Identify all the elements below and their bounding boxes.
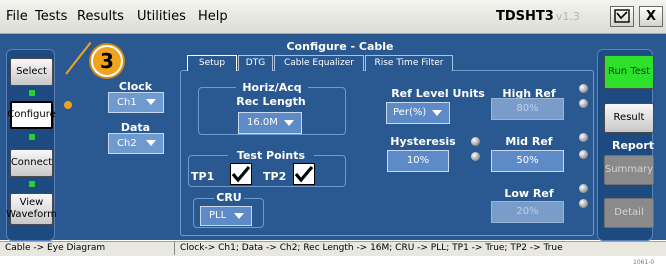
flow-arrow-icon <box>29 134 35 140</box>
result-button[interactable]: Result <box>604 103 654 133</box>
data-value: Ch2 <box>117 138 137 149</box>
knob-icon[interactable] <box>579 150 588 159</box>
tp1-label: TP1 <box>191 170 215 183</box>
callout-dot <box>64 101 72 109</box>
knob-icon[interactable] <box>471 152 480 161</box>
hysteresis-field[interactable]: 10% <box>387 150 449 172</box>
panel-title: Configure - Cable <box>286 40 394 53</box>
status-left: Cable -> Eye Diagram <box>5 243 106 253</box>
run-test-button[interactable]: Run Test <box>604 55 654 89</box>
connect-button[interactable]: Connect <box>10 149 53 177</box>
test-points-label: Test Points <box>228 149 314 162</box>
horiz-acq-label: Horiz/Acq <box>236 81 308 94</box>
knob-icon[interactable] <box>471 137 480 146</box>
mid-ref-field[interactable]: 50% <box>491 150 564 172</box>
cru-label: CRU <box>214 191 244 204</box>
clock-select[interactable]: Ch1 <box>108 92 164 113</box>
menu-utilities[interactable]: Utilities <box>137 9 186 24</box>
chevron-down-icon <box>234 213 244 219</box>
minimize-icon <box>614 9 630 23</box>
tp2-label: TP2 <box>263 170 287 183</box>
knob-icon[interactable] <box>579 133 588 142</box>
flow-arrow-icon <box>29 181 35 187</box>
low-ref-field[interactable]: 20% <box>491 201 564 223</box>
app-title: TDSHT3 v1.3 <box>496 9 580 24</box>
low-ref-label: Low Ref <box>504 187 554 200</box>
rec-length-select[interactable]: 16.0M <box>238 112 302 134</box>
tab-setup[interactable]: Setup <box>187 55 237 71</box>
flow-arrow-icon <box>29 90 35 96</box>
close-button[interactable]: X <box>639 6 663 27</box>
rec-length-value: 16.0M <box>247 117 278 128</box>
chevron-down-icon <box>146 140 156 146</box>
cru-value: PLL <box>209 210 227 221</box>
chevron-down-icon <box>432 110 442 116</box>
minimize-button[interactable] <box>610 6 634 27</box>
summary-button[interactable]: Summary <box>604 155 654 185</box>
tp2-checkbox[interactable] <box>293 163 315 185</box>
mid-ref-label: Mid Ref <box>505 135 553 148</box>
rec-length-label: Rec Length <box>236 95 306 108</box>
tp1-checkbox[interactable] <box>230 163 252 185</box>
chevron-down-icon <box>146 99 156 105</box>
configure-button[interactable]: Configure <box>7 101 56 129</box>
checkmark-icon <box>231 165 251 183</box>
callout-badge: 3 <box>91 45 123 77</box>
figure-number: 1061-0 <box>633 259 655 266</box>
app-name: TDSHT3 <box>496 9 554 24</box>
checkmark-icon <box>294 165 314 183</box>
data-select[interactable]: Ch2 <box>108 133 164 154</box>
tab-rise-time-filter[interactable]: Rise Time Filter <box>365 55 453 71</box>
select-button[interactable]: Select <box>10 58 53 86</box>
cru-select[interactable]: PLL <box>200 206 252 226</box>
ref-level-units-select[interactable]: Per(%) <box>386 102 450 124</box>
report-label: Report <box>612 139 655 152</box>
hysteresis-label: Hysteresis <box>390 135 456 148</box>
ref-level-units-label: Ref Level Units <box>391 87 485 100</box>
app-version: v1.3 <box>555 10 580 23</box>
tab-dtg[interactable]: DTG <box>238 55 273 71</box>
menu-file[interactable]: File <box>6 9 28 24</box>
knob-icon[interactable] <box>579 99 588 108</box>
menu-help[interactable]: Help <box>198 9 228 24</box>
high-ref-field[interactable]: 80% <box>491 98 564 120</box>
clock-value: Ch1 <box>117 97 137 108</box>
menu-tests[interactable]: Tests <box>35 9 67 24</box>
detail-button[interactable]: Detail <box>604 198 654 228</box>
knob-icon[interactable] <box>579 199 588 208</box>
knob-icon[interactable] <box>579 184 588 193</box>
knob-icon[interactable] <box>579 84 588 93</box>
view-waveform-button[interactable]: View Waveform <box>6 193 57 225</box>
tab-cable-equalizer[interactable]: Cable Equalizer <box>274 55 364 71</box>
status-divider <box>174 242 175 255</box>
status-right: Clock-> Ch1; Data -> Ch2; Rec Length -> … <box>180 243 563 253</box>
menu-results[interactable]: Results <box>77 9 124 24</box>
ref-level-units-value: Per(%) <box>393 107 427 118</box>
chevron-down-icon <box>284 120 294 126</box>
